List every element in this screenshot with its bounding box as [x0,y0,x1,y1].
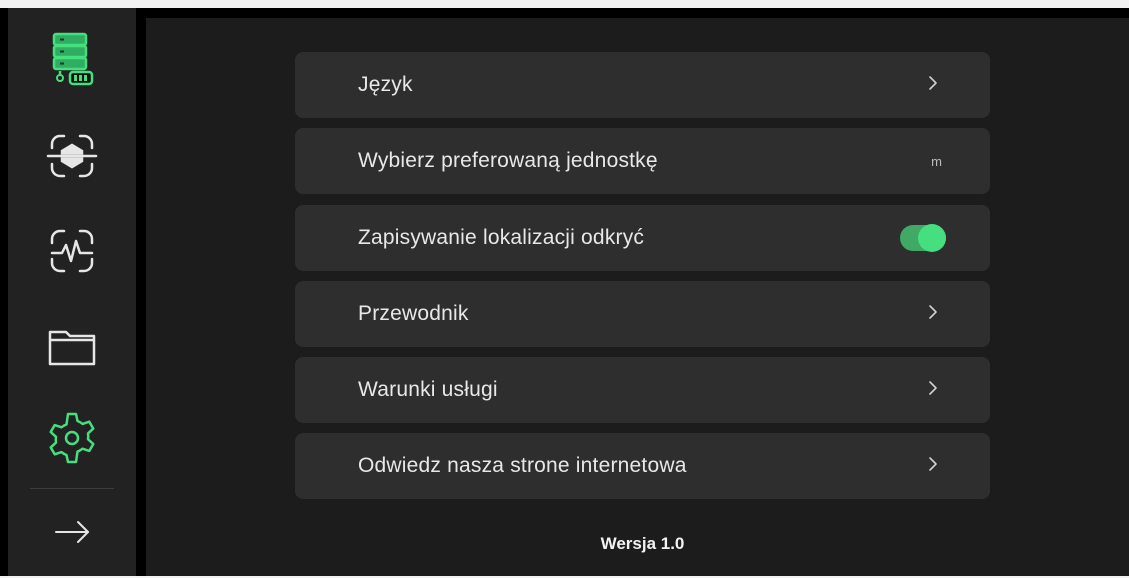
sidebar-item-settings[interactable] [8,390,136,486]
location-toggle[interactable] [900,224,946,252]
gear-icon [40,406,104,470]
language-label: Język [358,73,413,96]
terms-label: Warunki usługi [358,378,498,401]
sidebar-exit-button[interactable] [8,490,136,574]
server-battery-icon [40,24,104,88]
settings-row-guide[interactable]: Przewodnik [295,281,990,347]
folder-icon [40,314,104,378]
chevron-right-icon [926,380,940,401]
sidebar-divider [30,488,114,489]
sidebar-item-scan[interactable] [8,108,136,204]
guide-label: Przewodnik [358,302,469,325]
settings-row-location: Zapisywanie lokalizacji odkryć [295,205,990,271]
settings-row-language[interactable]: Język [295,52,990,118]
unit-label: Wybierz preferowaną jednostkę [358,149,658,172]
location-label: Zapisywanie lokalizacji odkryć [358,226,645,249]
website-label: Odwiedz nasza strone internetowa [358,454,687,477]
arrow-right-icon [48,508,96,556]
unit-value: m [931,153,942,169]
settings-panel: Język Wybierz preferowaną jednostkę m Za… [146,18,1129,576]
settings-row-unit[interactable]: Wybierz preferowaną jednostkę m [295,128,990,194]
scan-signal-icon [40,219,104,283]
sidebar-item-signal[interactable] [8,203,136,299]
sidebar-item-files[interactable] [8,298,136,394]
scan-object-icon [40,124,104,188]
toggle-knob [918,224,946,252]
sidebar-item-device[interactable] [8,8,136,104]
settings-row-website[interactable]: Odwiedz nasza strone internetowa [295,433,990,499]
top-frame [0,0,1129,8]
version-label: Wersja 1.0 [600,534,685,553]
settings-row-terms[interactable]: Warunki usługi [295,357,990,423]
sidebar [8,8,136,576]
chevron-right-icon [926,75,940,96]
chevron-right-icon [926,456,940,477]
chevron-right-icon [926,304,940,325]
